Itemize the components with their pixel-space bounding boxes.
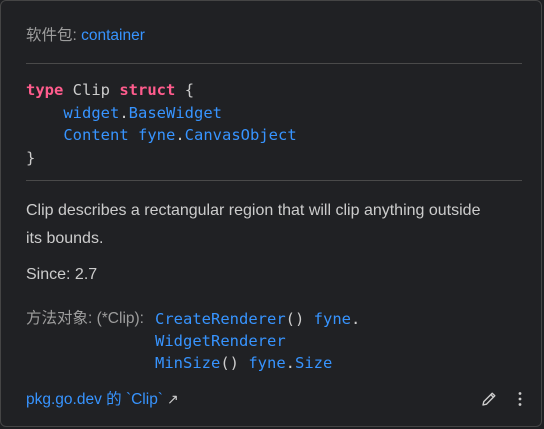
package-label: 软件包: xyxy=(26,27,77,44)
method-parens: () xyxy=(220,354,239,372)
pkg-go-dev-link[interactable]: pkg.go.dev 的 `Clip` ↗ xyxy=(26,388,179,411)
package-link[interactable]: container xyxy=(81,27,145,44)
since-text: Since: 2.7 xyxy=(26,266,98,283)
method2-package[interactable]: fyne xyxy=(248,354,285,372)
field1-type[interactable]: BaseWidget xyxy=(129,104,222,122)
external-link-icon: ↗ xyxy=(166,391,179,407)
keyword-struct: struct xyxy=(119,81,176,99)
close-brace: } xyxy=(26,148,36,167)
method-create-renderer[interactable]: CreateRenderer xyxy=(155,310,286,328)
methods-label: 方法对象: (*Clip): xyxy=(26,310,144,327)
package-line: 软件包: container xyxy=(26,25,145,47)
keyword-type: type xyxy=(26,81,64,99)
method-parens: () xyxy=(285,310,305,328)
methods-code-block: CreateRenderer() fyne. WidgetRenderer Mi… xyxy=(155,308,360,374)
field2-dot: . xyxy=(175,126,185,144)
description-text: Clip describes a rectangular region that… xyxy=(26,202,481,247)
struct-code-block: type Clip struct { widget.BaseWidget Con… xyxy=(26,79,297,169)
method2-return-type[interactable]: Size xyxy=(295,354,332,372)
method1-return-type[interactable]: WidgetRenderer xyxy=(155,332,286,350)
divider xyxy=(26,63,522,64)
open-brace: { xyxy=(184,81,195,99)
field1-dot: . xyxy=(119,103,129,122)
pencil-icon[interactable] xyxy=(478,387,500,411)
field1-package[interactable]: widget xyxy=(63,104,119,122)
divider xyxy=(26,180,522,181)
field2-name: Content xyxy=(63,126,129,144)
field2-type[interactable]: CanvasObject xyxy=(185,126,297,144)
method1-package[interactable]: fyne xyxy=(314,310,351,328)
struct-name: Clip xyxy=(72,81,110,99)
hover-panel: 软件包: container type Clip struct { widget… xyxy=(0,0,542,427)
pkg-go-dev-link-text[interactable]: pkg.go.dev 的 `Clip` xyxy=(26,391,163,408)
more-vertical-icon[interactable] xyxy=(509,387,531,411)
field2-package[interactable]: fyne xyxy=(138,126,175,144)
method-min-size[interactable]: MinSize xyxy=(155,354,220,372)
method1-dot: . xyxy=(351,310,361,328)
method2-dot: . xyxy=(285,354,296,372)
